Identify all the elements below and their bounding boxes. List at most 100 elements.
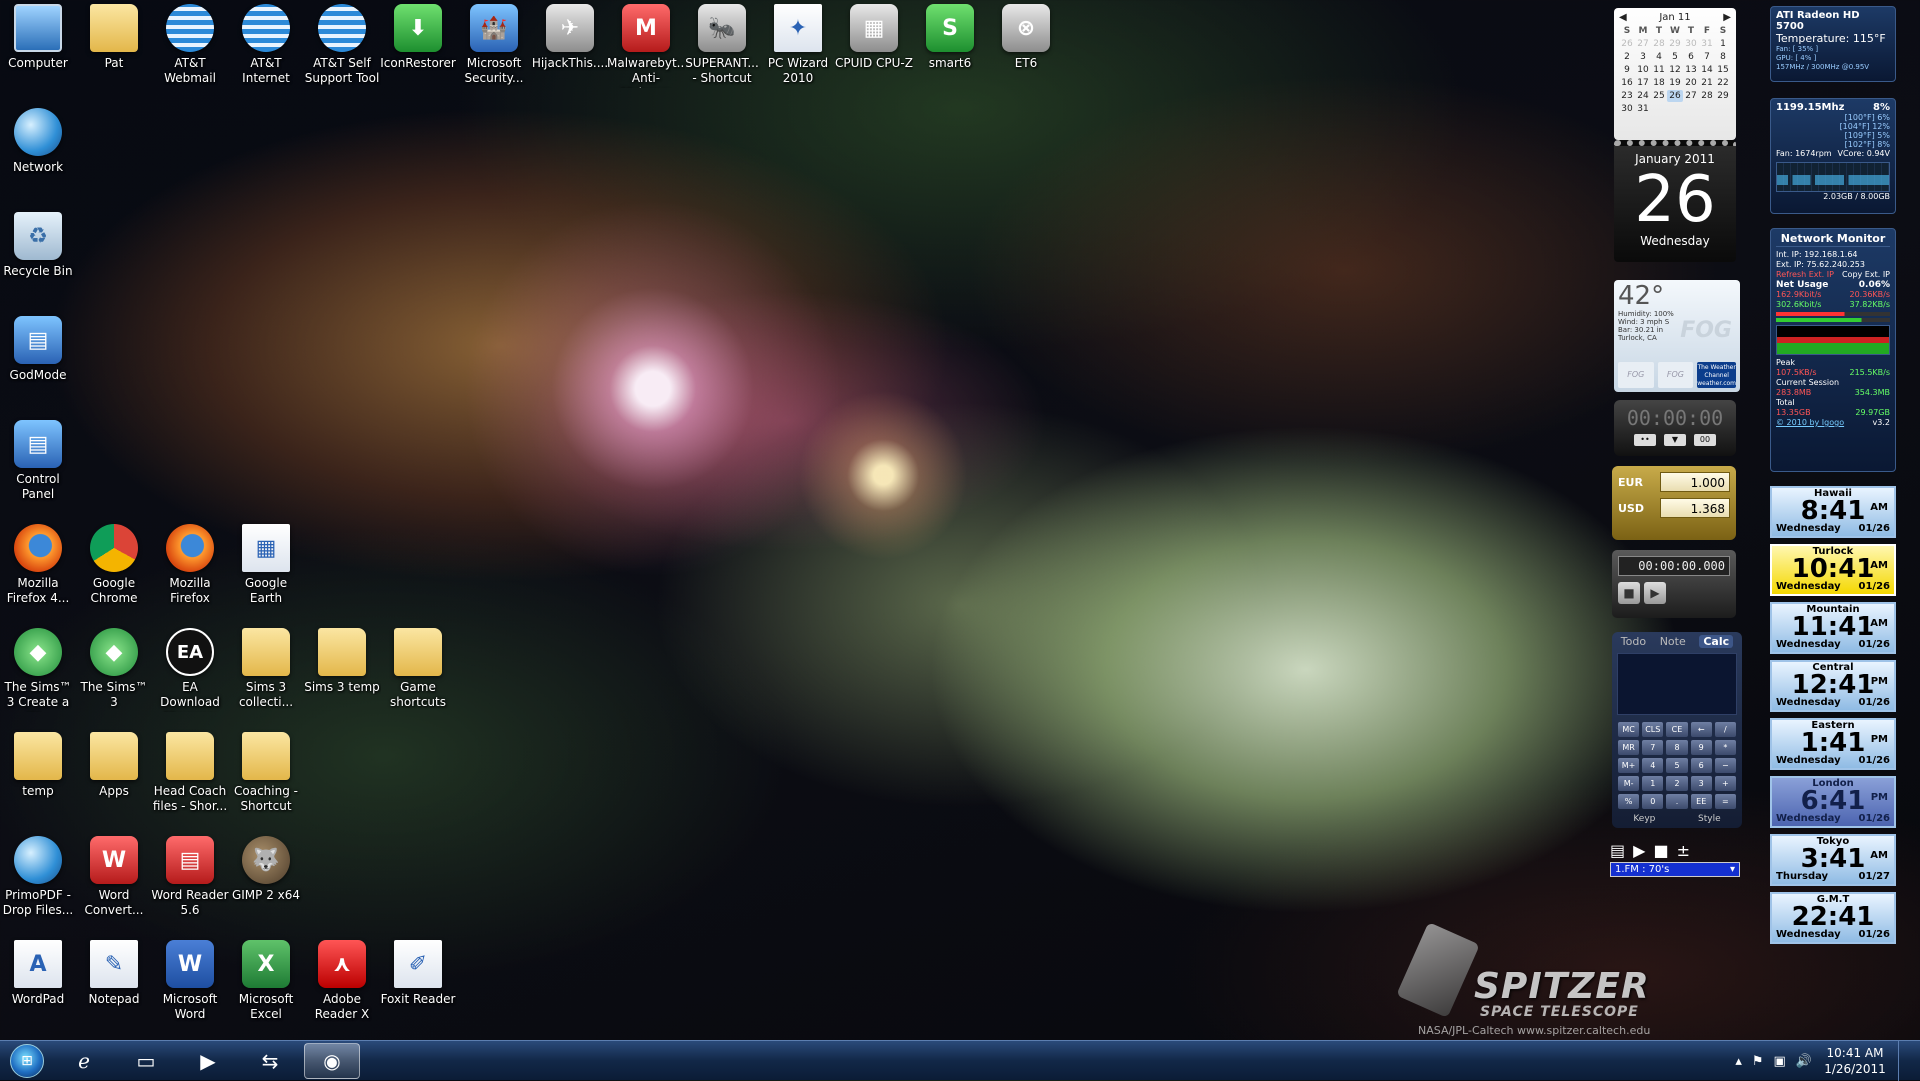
calendar-day[interactable]: 19 xyxy=(1667,77,1683,89)
calendar-day[interactable]: 17 xyxy=(1635,77,1651,89)
explorer-button[interactable]: ▭ xyxy=(118,1043,174,1079)
desktop-icon[interactable]: Network xyxy=(0,104,76,204)
desktop-icon[interactable]: ▤ Control Panel xyxy=(0,416,76,516)
world-clock[interactable]: Turlock 10:41 AM Wednesday 01/26 xyxy=(1770,544,1896,596)
calendar-day[interactable]: 29 xyxy=(1667,38,1683,50)
desktop-icon[interactable]: Coaching - Shortcut xyxy=(228,728,304,828)
calc-key[interactable]: CLS xyxy=(1642,722,1664,737)
desktop-icon[interactable]: AT&T Internet xyxy=(228,0,304,100)
tab-todo[interactable]: Todo xyxy=(1621,635,1646,648)
calc-key[interactable]: 3 xyxy=(1690,776,1712,791)
desktop-icon[interactable]: Apps xyxy=(76,728,152,828)
calc-key[interactable]: 9 xyxy=(1690,740,1712,755)
calendar-day[interactable]: 23 xyxy=(1619,90,1635,102)
calc-key[interactable]: 4 xyxy=(1642,758,1664,773)
desktop-icon[interactable]: Mozilla Firefox 4... xyxy=(0,520,76,620)
calendar-day[interactable]: 29 xyxy=(1715,90,1731,102)
desktop-icon[interactable]: ▦ Google Earth xyxy=(228,520,304,620)
firefox-button[interactable]: ◉ xyxy=(304,1042,360,1079)
calc-key[interactable]: 8 xyxy=(1666,740,1688,755)
internet-explorer-button[interactable]: ℯ xyxy=(56,1043,112,1079)
calc-key[interactable]: % xyxy=(1618,794,1640,809)
desktop-icon[interactable]: Sims 3 collecti... xyxy=(228,624,304,724)
network-status-icon[interactable]: ▣ xyxy=(1774,1054,1786,1069)
calc-key[interactable]: . xyxy=(1666,794,1688,809)
calendar-day[interactable]: 27 xyxy=(1635,38,1651,50)
desktop-icon[interactable]: Computer xyxy=(0,0,76,100)
stopwatch-mode-button[interactable]: •• xyxy=(1634,434,1656,446)
calendar-day[interactable]: 31 xyxy=(1699,38,1715,50)
calendar-month-gadget[interactable]: ◀ Jan 11 ▶ S M T W T F S 26 27 28 29 30 31 1 2 3 4 5 6 7 8 9 1… xyxy=(1614,8,1736,140)
calc-key[interactable]: − xyxy=(1714,758,1736,773)
desktop-icon[interactable]: AT&T Webmail xyxy=(152,0,228,100)
desktop-icon[interactable]: ⋏ Adobe Reader X xyxy=(304,936,380,1036)
network-tool-button[interactable]: ⇆ xyxy=(242,1043,298,1079)
calendar-day[interactable]: 20 xyxy=(1683,77,1699,89)
stopwatch-gadget[interactable]: 00:00:00 •• ▼ 00 xyxy=(1614,400,1736,456)
taskbar-clock[interactable]: 10:41 AM 1/26/2011 xyxy=(1822,1045,1888,1077)
desktop-icon[interactable]: Google Chrome xyxy=(76,520,152,620)
desktop-icon[interactable]: PrimoPDF - Drop Files... xyxy=(0,832,76,932)
calc-key[interactable]: CE xyxy=(1666,722,1688,737)
desktop-icon[interactable]: 🏰 Microsoft Security... xyxy=(456,0,532,100)
calendar-day[interactable]: 12 xyxy=(1667,64,1683,76)
action-center-flag-icon[interactable]: ⚑ xyxy=(1752,1054,1764,1069)
calc-key[interactable]: M- xyxy=(1618,776,1640,791)
timer-play-button[interactable]: ▶ xyxy=(1644,582,1666,604)
desktop-icon[interactable]: 🐺 GIMP 2 x64 xyxy=(228,832,304,932)
radio-station-select[interactable]: 1.FM : 70's ▾ xyxy=(1610,862,1740,877)
calc-key[interactable]: 0 xyxy=(1642,794,1664,809)
desktop-icon[interactable]: Pat xyxy=(76,0,152,100)
copy-ip-link[interactable]: Copy Ext. IP xyxy=(1842,270,1890,280)
calendar-day[interactable]: 8 xyxy=(1715,51,1731,63)
calendar-day[interactable]: 26 xyxy=(1619,38,1635,50)
calendar-day[interactable]: 31 xyxy=(1635,103,1651,115)
radio-stop-button[interactable]: ■ xyxy=(1653,841,1668,860)
calendar-day-gadget[interactable]: January 2011 26 Wednesday xyxy=(1614,140,1736,262)
desktop-icon[interactable]: ▤ GodMode xyxy=(0,312,76,412)
desktop-icon[interactable]: Ssmart6 xyxy=(912,0,988,100)
desktop-icon[interactable]: A WordPad xyxy=(0,936,76,1036)
calendar-day[interactable]: 14 xyxy=(1699,64,1715,76)
desktop-icon[interactable]: W Word Convert... xyxy=(76,832,152,932)
world-clock[interactable]: Hawaii 8:41 AM Wednesday 01/26 xyxy=(1770,486,1896,538)
tab-calc[interactable]: Calc xyxy=(1699,635,1734,648)
from-amount-field[interactable]: 1.000 xyxy=(1660,472,1730,492)
calendar-day[interactable]: 9 xyxy=(1619,64,1635,76)
calc-key[interactable]: + xyxy=(1714,776,1736,791)
calc-key[interactable]: 5 xyxy=(1666,758,1688,773)
world-clock[interactable]: G.M.T 22:41 Wednesday 01/26 xyxy=(1770,892,1896,944)
calc-key[interactable]: 1 xyxy=(1642,776,1664,791)
calendar-day[interactable]: 6 xyxy=(1683,51,1699,63)
refresh-ip-link[interactable]: Refresh Ext. IP xyxy=(1776,270,1834,280)
show-desktop-button[interactable] xyxy=(1898,1041,1912,1081)
stopwatch-down-button[interactable]: ▼ xyxy=(1664,434,1686,446)
calendar-day[interactable]: 26 xyxy=(1667,90,1683,102)
media-player-button[interactable]: ▶ xyxy=(180,1043,236,1079)
desktop-icon[interactable]: ⬇ IconRestorer xyxy=(380,0,456,100)
desktop-icon[interactable]: AT&T Self Support Tool xyxy=(304,0,380,100)
calendar-day[interactable]: 10 xyxy=(1635,64,1651,76)
desktop-icon[interactable]: ✐ Foxit Reader xyxy=(380,936,456,1036)
stopwatch-reset-button[interactable]: 00 xyxy=(1694,434,1716,446)
calendar-day[interactable]: 18 xyxy=(1651,77,1667,89)
desktop-icon[interactable]: ♻ Recycle Bin xyxy=(0,208,76,308)
calendar-day[interactable]: 13 xyxy=(1683,64,1699,76)
calc-key[interactable]: ← xyxy=(1690,722,1712,737)
calc-key[interactable]: M+ xyxy=(1618,758,1640,773)
calendar-day[interactable]: 3 xyxy=(1635,51,1651,63)
desktop-icon[interactable]: ⊗ ET6 xyxy=(988,0,1064,100)
calc-key[interactable]: / xyxy=(1714,722,1736,737)
calc-key[interactable]: MR xyxy=(1618,740,1640,755)
prev-month-icon[interactable]: ◀ xyxy=(1619,12,1627,23)
calc-key[interactable]: EE xyxy=(1690,794,1712,809)
desktop-icon[interactable]: Game shortcuts xyxy=(380,624,456,724)
desktop-icon[interactable]: temp xyxy=(0,728,76,828)
weather-channel-logo[interactable]: The Weather Channel weather.com xyxy=(1697,362,1737,388)
calendar-day[interactable]: 5 xyxy=(1667,51,1683,63)
to-currency-select[interactable]: USD xyxy=(1618,502,1644,515)
desktop-icon[interactable]: Head Coach files - Shor... xyxy=(152,728,228,828)
calendar-day[interactable]: 15 xyxy=(1715,64,1731,76)
calc-key[interactable]: * xyxy=(1714,740,1736,755)
desktop-icon[interactable]: EA EA Download Manager xyxy=(152,624,228,724)
